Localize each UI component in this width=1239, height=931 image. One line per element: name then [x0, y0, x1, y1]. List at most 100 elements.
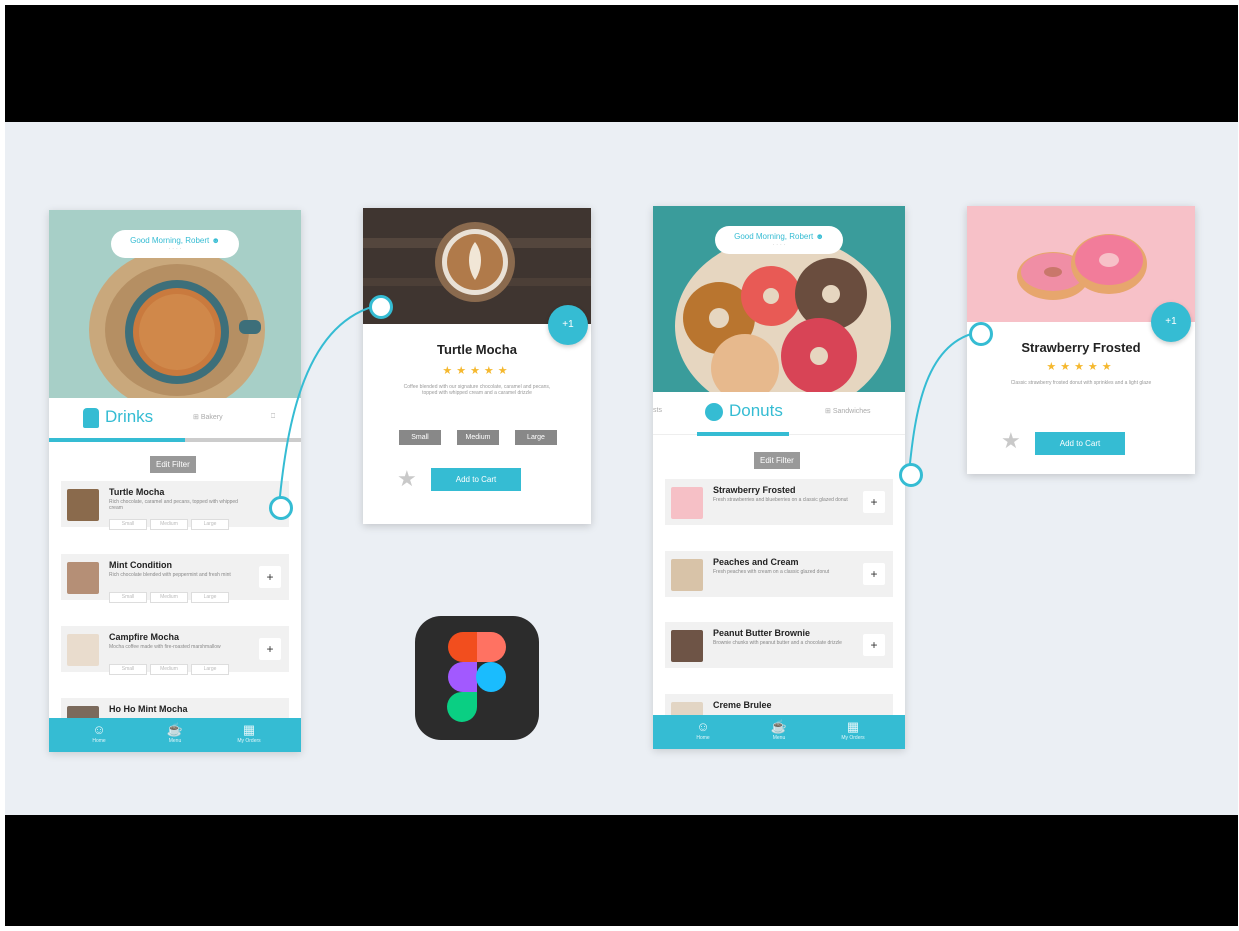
- add-item-button[interactable]: +: [863, 563, 885, 585]
- favorite-star-icon[interactable]: ★: [1001, 428, 1021, 454]
- connection-handle[interactable]: [969, 322, 993, 346]
- connection-handle[interactable]: [269, 496, 293, 520]
- nav-orders[interactable]: ▦ My Orders: [219, 722, 279, 744]
- bottom-nav: ☺ Home ☕ Menu ▦ My Orders: [653, 715, 905, 749]
- size-medium[interactable]: Medium: [150, 664, 188, 675]
- nav-menu-label: Menu: [772, 735, 786, 741]
- drinks-hero-image: Good Morning, Robert ☻ · · · ·: [49, 210, 301, 398]
- sandwich-icon: ⊞: [825, 408, 833, 415]
- nav-menu[interactable]: ☕ Menu: [145, 722, 205, 744]
- add-item-button[interactable]: +: [863, 634, 885, 656]
- list-item[interactable]: Peanut Butter Brownie Brownie chunks wit…: [665, 622, 893, 668]
- item-description: Fresh peaches with cream on a classic gl…: [713, 569, 830, 575]
- tab-sandwiches-label: Sandwiches: [832, 408, 871, 415]
- rating-stars: ★★★★★: [1046, 361, 1116, 373]
- detail-title: Strawberry Frosted: [1021, 340, 1141, 355]
- add-item-button[interactable]: +: [259, 566, 281, 588]
- greeting-subtext: · · · ·: [772, 242, 786, 248]
- category-tabs: Drinks ⊞ Bakery ⎕: [49, 398, 301, 442]
- active-tab-indicator: [49, 438, 185, 442]
- tab-donuts-label: Donuts: [729, 401, 783, 420]
- size-selector: Small Medium Large: [399, 426, 591, 445]
- bottom-nav: ☺ Home ☕ Menu ▦ My Orders: [49, 718, 301, 752]
- list-item[interactable]: Mint Condition Rich chocolate blended wi…: [61, 554, 289, 603]
- menu-icon: ☕: [166, 722, 184, 737]
- item-thumbnail: [671, 487, 703, 519]
- nav-home-label: Home: [696, 735, 710, 741]
- quantity-badge[interactable]: +1: [548, 305, 588, 345]
- size-large[interactable]: Large: [191, 664, 229, 675]
- size-large-button[interactable]: Large: [515, 430, 557, 445]
- detail-description: Classic strawberry frosted donut with sp…: [1010, 380, 1152, 386]
- tab-drinks[interactable]: Drinks: [83, 407, 153, 428]
- size-large[interactable]: Large: [191, 519, 229, 530]
- item-name: Peanut Butter Brownie: [713, 628, 811, 638]
- top-letterbox: [5, 5, 1238, 122]
- size-medium-button[interactable]: Medium: [457, 430, 499, 445]
- tab-bakery[interactable]: ⊞ Bakery: [193, 413, 223, 421]
- list-item[interactable]: Peaches and Cream Fresh peaches with cre…: [665, 551, 893, 597]
- list-item[interactable]: Campfire Mocha Mocha coffee made with fi…: [61, 626, 289, 675]
- quantity-badge[interactable]: +1: [1151, 302, 1191, 342]
- item-thumbnail: [67, 489, 99, 521]
- home-icon: ☺: [92, 722, 106, 737]
- canvas: Good Morning, Robert ☻ · · · · Drinks ⊞ …: [5, 122, 1238, 815]
- tab-track: [185, 438, 301, 442]
- tab-bakery-label: Bakery: [200, 414, 223, 421]
- item-description: Mocha coffee made with fire-roasted mars…: [109, 644, 221, 650]
- item-name: Campfire Mocha: [109, 632, 180, 642]
- figma-logo-icon: [415, 616, 539, 740]
- nav-menu[interactable]: ☕ Menu: [749, 719, 809, 741]
- nav-orders-label: My Orders: [841, 735, 865, 741]
- size-small[interactable]: Small: [109, 664, 147, 675]
- item-name: Peaches and Cream: [713, 557, 799, 567]
- size-large[interactable]: Large: [191, 592, 229, 603]
- size-small[interactable]: Small: [109, 592, 147, 603]
- drink-detail-card: Turtle Mocha ★★★★★ Coffee blended with o…: [363, 208, 591, 524]
- greeting-subtext: · · · ·: [168, 246, 182, 252]
- favorite-star-icon[interactable]: ★: [397, 466, 417, 492]
- size-medium[interactable]: Medium: [150, 592, 188, 603]
- item-name: Ho Ho Mint Mocha: [109, 704, 188, 714]
- item-name: Turtle Mocha: [109, 487, 165, 497]
- tab-drinks-label: Drinks: [105, 407, 154, 426]
- item-thumbnail: [67, 634, 99, 666]
- add-to-cart-button[interactable]: Add to Cart: [1035, 432, 1125, 455]
- tab-more[interactable]: ⎕: [271, 413, 275, 421]
- item-name: Strawberry Frosted: [713, 485, 796, 495]
- item-name: Mint Condition: [109, 560, 172, 570]
- edit-filter-button[interactable]: Edit Filter: [150, 456, 196, 473]
- greeting-text: Good Morning, Robert ☻: [734, 232, 824, 241]
- nav-home[interactable]: ☺ Home: [69, 722, 129, 744]
- donut-icon: [705, 402, 723, 421]
- tab-donuts[interactable]: Donuts: [705, 401, 783, 421]
- add-item-button[interactable]: +: [863, 491, 885, 513]
- home-icon: ☺: [696, 719, 710, 734]
- item-description: Fresh strawberries and blueberries on a …: [713, 497, 848, 503]
- item-description: Rich chocolate blended with peppermint a…: [109, 572, 231, 578]
- donuts-hero-image: Good Morning, Robert ☻ · · · ·: [653, 206, 905, 392]
- item-description: Brownie chunks with peanut butter and a …: [713, 640, 842, 646]
- category-tabs: sts Donuts ⊞ Sandwiches: [653, 392, 905, 436]
- add-item-button[interactable]: +: [259, 638, 281, 660]
- bag-icon: ⎕: [271, 413, 276, 420]
- list-item[interactable]: Turtle Mocha Rich chocolate, caramel and…: [61, 481, 289, 530]
- item-thumbnail: [67, 562, 99, 594]
- rating-stars: ★★★★★: [442, 365, 512, 377]
- tab-prev[interactable]: sts: [653, 407, 662, 414]
- edit-filter-button[interactable]: Edit Filter: [754, 452, 800, 469]
- add-to-cart-button[interactable]: Add to Cart: [431, 468, 521, 491]
- item-thumbnail: [671, 630, 703, 662]
- nav-home[interactable]: ☺ Home: [673, 719, 733, 741]
- bakery-icon: ⊞: [193, 414, 201, 421]
- size-small[interactable]: Small: [109, 519, 147, 530]
- orders-icon: ▦: [846, 719, 860, 734]
- connection-handle[interactable]: [369, 295, 393, 319]
- size-medium[interactable]: Medium: [150, 519, 188, 530]
- detail-description: Coffee blended with our signature chocol…: [403, 384, 551, 396]
- connection-handle[interactable]: [899, 463, 923, 487]
- size-small-button[interactable]: Small: [399, 430, 441, 445]
- list-item[interactable]: Strawberry Frosted Fresh strawberries an…: [665, 479, 893, 525]
- tab-sandwiches[interactable]: ⊞ Sandwiches: [825, 407, 871, 415]
- nav-orders[interactable]: ▦ My Orders: [823, 719, 883, 741]
